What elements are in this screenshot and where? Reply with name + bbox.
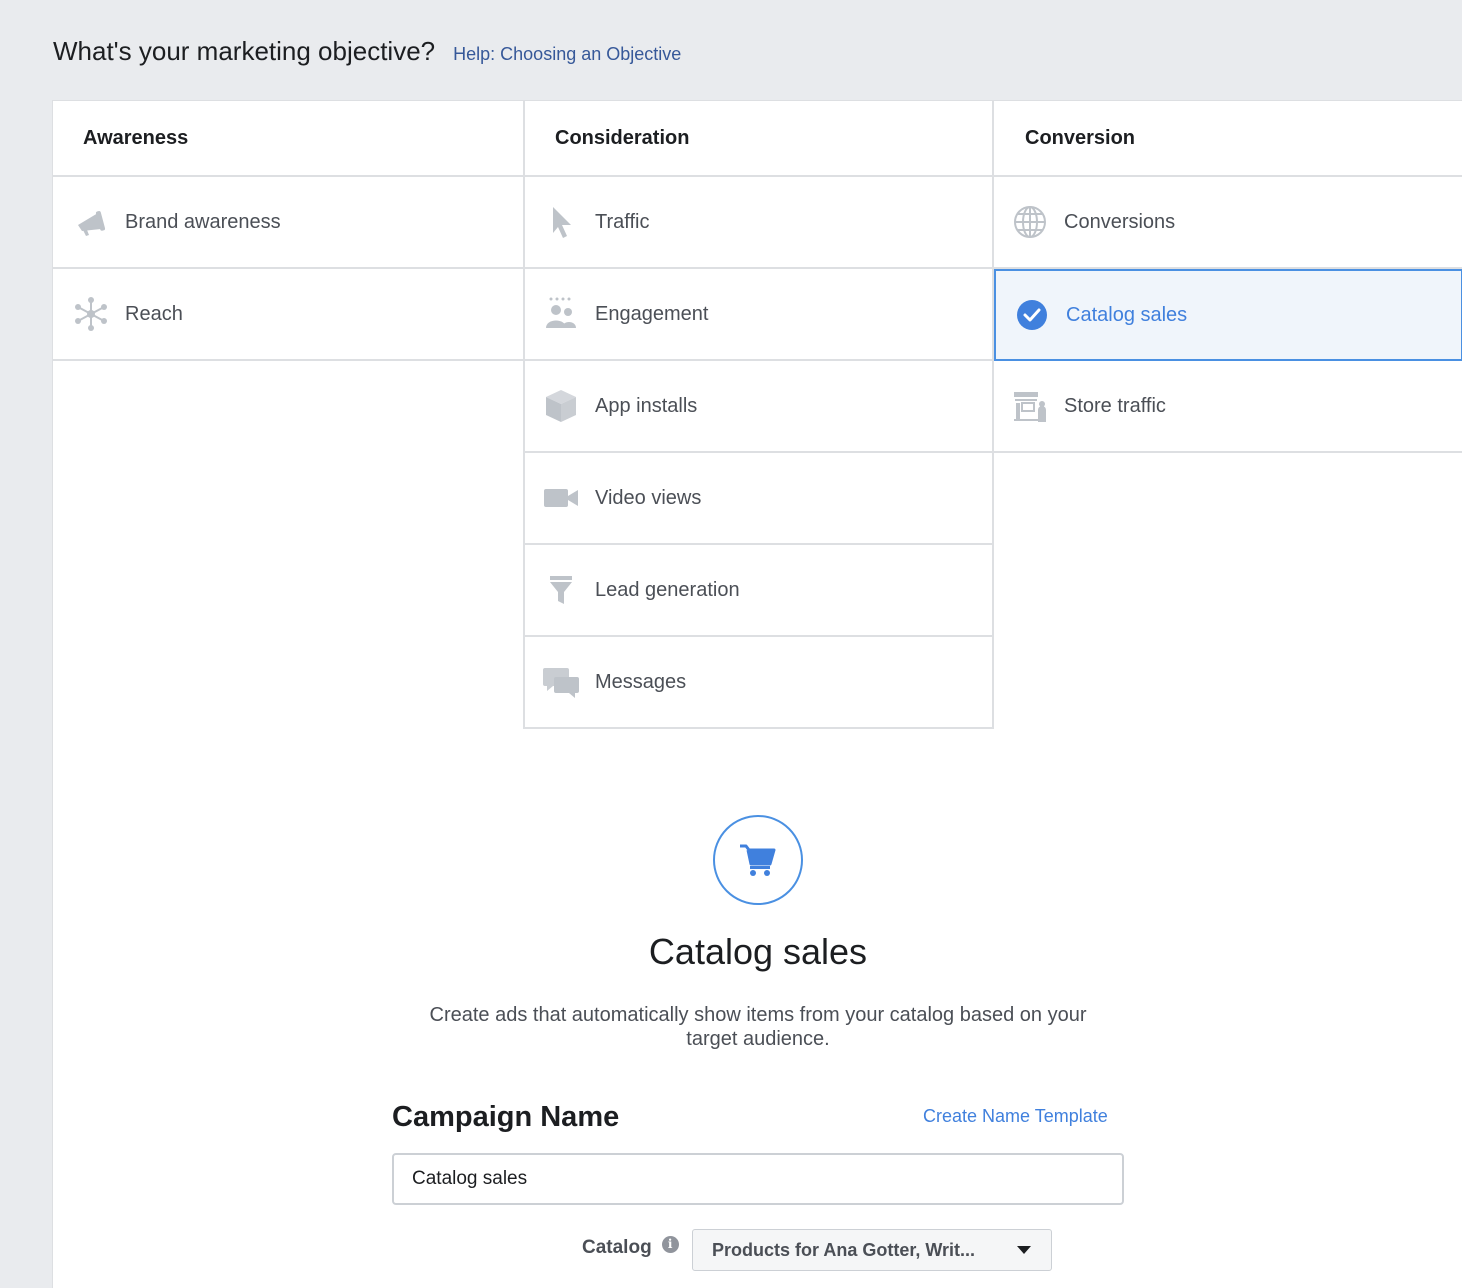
objective-label: App installs	[595, 394, 698, 417]
funnel-icon	[541, 570, 581, 610]
catalog-dropdown[interactable]: Products for Ana Gotter, Writ...	[692, 1229, 1052, 1271]
create-name-template-link[interactable]: Create Name Template	[923, 1106, 1108, 1127]
catalog-selected-value: Products for Ana Gotter, Writ...	[712, 1239, 976, 1260]
storefront-icon	[1010, 386, 1050, 426]
objective-label: Messages	[595, 670, 687, 693]
people-icon	[541, 294, 581, 334]
box-icon	[541, 386, 581, 426]
objective-store-traffic[interactable]: Store traffic	[994, 361, 1462, 453]
campaign-name-input[interactable]	[392, 1153, 1124, 1205]
catalog-label-group: Catalog i	[582, 1235, 679, 1259]
detail-title: Catalog sales	[648, 931, 868, 972]
globe-icon	[1010, 202, 1050, 242]
objective-catalog-sales[interactable]: Catalog sales	[994, 269, 1462, 361]
checkmark-circle-icon	[1012, 295, 1052, 335]
header: What's your marketing objective? Help: C…	[53, 36, 681, 67]
objective-traffic[interactable]: Traffic	[525, 177, 992, 269]
objective-label: Reach	[125, 302, 183, 325]
objective-video-views[interactable]: Video views	[525, 453, 992, 545]
network-icon	[71, 294, 111, 334]
objective-panel: Awareness Brand awareness Reach Consider…	[52, 100, 1462, 1288]
objective-conversions[interactable]: Conversions	[994, 177, 1462, 269]
objective-label: Traffic	[595, 210, 650, 233]
help-link[interactable]: Help: Choosing an Objective	[453, 44, 681, 65]
chat-bubbles-icon	[541, 662, 581, 702]
objective-engagement[interactable]: Engagement	[525, 269, 992, 361]
campaign-name-label: Campaign Name	[392, 1101, 620, 1133]
page-title: What's your marketing objective?	[53, 36, 436, 66]
video-camera-icon	[541, 478, 581, 518]
info-icon[interactable]: i	[661, 1235, 679, 1253]
column-header-consideration: Consideration	[525, 101, 992, 177]
objective-brand-awareness[interactable]: Brand awareness	[53, 177, 523, 269]
objective-label: Lead generation	[595, 578, 740, 601]
megaphone-icon	[71, 202, 111, 242]
objective-label: Engagement	[595, 302, 709, 325]
objective-app-installs[interactable]: App installs	[525, 361, 992, 453]
objective-label: Brand awareness	[125, 210, 281, 233]
objective-lead-generation[interactable]: Lead generation	[525, 545, 992, 637]
conversion-column: Conversion Conversions Catalog sales Sto…	[994, 101, 1462, 453]
column-header-conversion: Conversion	[994, 101, 1462, 177]
objective-messages[interactable]: Messages	[525, 637, 992, 729]
objective-label: Catalog sales	[1066, 303, 1188, 326]
caret-down-icon	[1017, 1246, 1031, 1254]
objective-label: Video views	[595, 486, 702, 509]
objective-label: Conversions	[1064, 210, 1176, 233]
awareness-column: Awareness Brand awareness Reach	[53, 101, 523, 361]
cursor-icon	[541, 202, 581, 242]
detail-description: Create ads that automatically show items…	[429, 1004, 1087, 1050]
consideration-column: Consideration Traffic Engagement App ins…	[523, 101, 994, 729]
objective-label: Store traffic	[1064, 394, 1166, 417]
objective-reach[interactable]: Reach	[53, 269, 523, 361]
shopping-cart-icon	[713, 815, 803, 905]
column-header-awareness: Awareness	[53, 101, 523, 177]
catalog-label: Catalog	[582, 1237, 652, 1258]
